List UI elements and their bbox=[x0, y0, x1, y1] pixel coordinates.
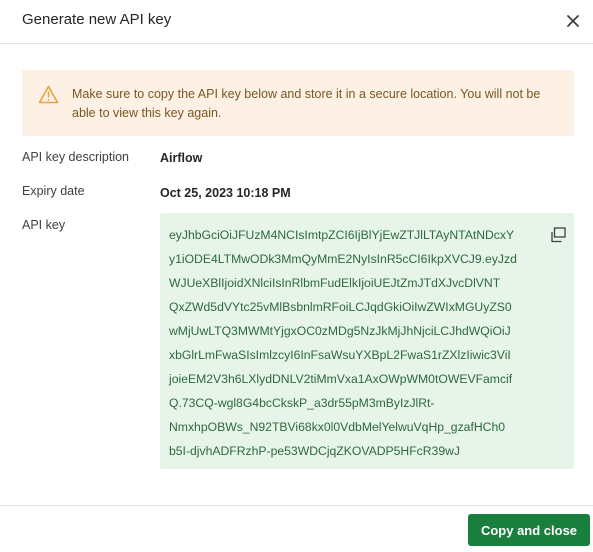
expiry-date-value: Oct 25, 2023 10:18 PM bbox=[160, 186, 291, 200]
api-key-description-value: Airflow bbox=[160, 151, 203, 165]
expiry-date-label: Expiry date bbox=[22, 184, 85, 198]
footer-divider bbox=[0, 505, 593, 506]
api-key-label: API key bbox=[22, 218, 66, 232]
generate-api-key-dialog: Generate new API key Make sure to copy t… bbox=[0, 0, 593, 552]
api-key-description-label: API key description bbox=[22, 150, 129, 164]
api-key-line: wMjUwLTQ3MWMtYjgxOC0zMDg5NzJkMjJhNjciLCJ… bbox=[169, 324, 511, 338]
copy-icon bbox=[551, 227, 566, 243]
warning-icon bbox=[38, 85, 59, 104]
api-key-line: xbGlrLmFwaSIsImlzcyI6InFsaWsuYXBpL2FwaS1… bbox=[169, 348, 511, 362]
api-key-line: joieEM2V3h6LXlydDNLV2tiMmVxa1AxOWpWM0tOW… bbox=[169, 372, 513, 386]
api-key-line: y1iODE4LTMwODk3MmQyMmE2NyIsInR5cCI6IkpXV… bbox=[169, 252, 517, 266]
api-key-line: Q.73CQ-wgl8G4bcCkskP_a3dr55pM3mByIzJlRt- bbox=[169, 396, 435, 410]
close-icon bbox=[567, 15, 579, 27]
api-key-line: WJUeXBlIjoidXNlciIsInRlbmFudElkIjoiUEJtZ… bbox=[169, 276, 501, 290]
api-key-line: NmxhpOBWs_N92TBVi68kx0l0VdbMelYelwuVqHp_… bbox=[169, 420, 505, 434]
api-key-box[interactable]: eyJhbGciOiJFUzM4NCIsImtpZCI6IjBlYjEwZTJl… bbox=[160, 213, 574, 469]
dialog-header: Generate new API key bbox=[0, 0, 593, 44]
copy-and-close-button[interactable]: Copy and close bbox=[468, 514, 590, 546]
api-key-line: eyJhbGciOiJFUzM4NCIsImtpZCI6IjBlYjEwZTJl… bbox=[169, 228, 515, 242]
api-key-line: b5I-djvhADFRzhP-pe53WDCjqZKOVADP5HFcR39w… bbox=[169, 444, 461, 458]
copy-button[interactable] bbox=[549, 227, 567, 243]
api-key-line: QxZWd5dVYtc25vMlBsbnlmRFoiLCJqdGkiOiIwZW… bbox=[169, 300, 512, 314]
warning-text: Make sure to copy the API key below and … bbox=[72, 87, 541, 120]
warning-banner: Make sure to copy the API key below and … bbox=[22, 70, 574, 136]
dialog-title: Generate new API key bbox=[22, 11, 172, 28]
close-button[interactable] bbox=[562, 10, 584, 32]
